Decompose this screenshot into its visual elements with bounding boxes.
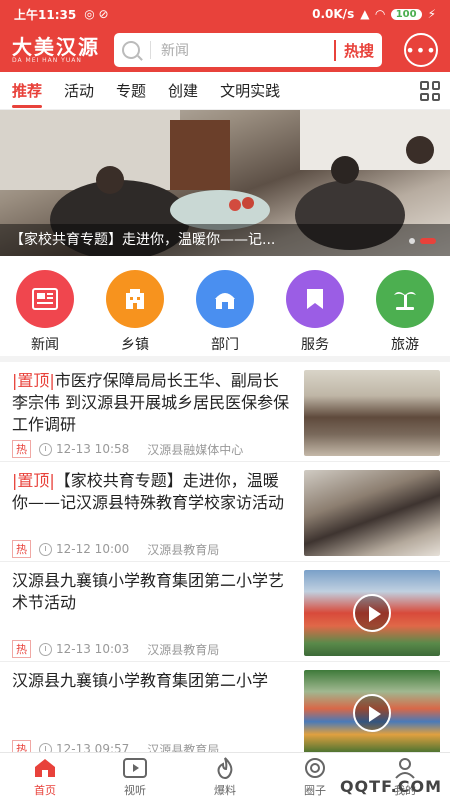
government-icon [196,270,254,328]
charging-icon: ⚡ [427,7,436,21]
search-input[interactable]: 新闻 [161,40,334,60]
network-speed: 0.0K/s [312,7,355,21]
palm-tree-icon [376,270,434,328]
news-time: 12-13 10:58 [56,442,130,456]
carousel-indicator [409,238,436,244]
news-thumbnail [304,470,440,556]
watermark: QQTF.COM [339,777,442,796]
video-icon [100,756,170,780]
category-label: 部门 [211,337,239,353]
wifi-icon: ◠ [375,7,385,21]
nav-label: 爆料 [214,783,236,797]
home-icon [10,756,80,780]
status-bar: 上午11:35 ◎ ⊘ 0.0K/s ▲ ◠ 100 ⚡ [0,0,450,28]
category-label: 乡镇 [121,337,149,353]
newspaper-icon [16,270,74,328]
pinned-label: |置顶| [12,371,55,390]
building-icon [106,270,164,328]
clock-icon [39,542,52,556]
category-row: 新闻 乡镇 部门 服务 旅游 [0,262,450,353]
circle-icon [280,756,350,780]
tab-topics[interactable]: 专题 [116,72,146,110]
category-label: 服务 [301,337,329,353]
logo-main: 大美汉源 [12,34,100,59]
tab-civilization[interactable]: 文明实践 [220,72,280,110]
search-bar[interactable]: 新闻 热搜 [114,33,382,67]
bookmark-icon [286,270,344,328]
news-source: 汉源县教育局 [147,642,220,657]
nav-label: 首页 [34,783,56,797]
video-thumbnail[interactable] [304,670,440,756]
play-icon[interactable] [353,694,391,732]
status-icons: ◎ ⊘ [84,7,109,21]
signal-icon: ▲ [360,7,370,21]
nav-tipoff[interactable]: 爆料 [190,756,260,798]
hot-badge: 热 [12,540,31,558]
hot-search-button[interactable]: 热搜 [333,39,374,61]
banner-carousel[interactable]: 【家校共育专题】走进你，温暖你——记... [0,110,450,256]
clock-icon [39,442,52,456]
news-source: 汉源县教育局 [147,542,220,557]
bottom-nav: 首页 视听 爆料 圈子 我的 QQTF.COM [0,752,450,800]
battery-icon: 100 [390,8,422,20]
play-icon[interactable] [353,594,391,632]
pinned-label: |置顶| [12,471,55,490]
category-service[interactable]: 服务 [275,262,355,353]
search-icon [122,41,140,59]
news-time: 12-12 10:00 [56,542,130,556]
chat-bubble-icon[interactable]: ••• [404,33,438,67]
nav-home[interactable]: 首页 [10,756,80,798]
news-item[interactable]: 汉源县九襄镇小学教育集团第二小学 热 12-13 09:57 汉源县教育局 [0,662,450,762]
app-logo: 大美汉源 DA MEI HAN YUAN [12,37,108,64]
news-item[interactable]: |置顶|市医疗保障局局长王华、副局长李宗伟 到汉源县开展城乡居民医保参保工作调研… [0,362,450,462]
hot-badge: 热 [12,640,31,658]
tab-create[interactable]: 创建 [168,72,198,110]
logo-sub: DA MEI HAN YUAN [12,56,82,64]
tab-activity[interactable]: 活动 [64,72,94,110]
news-item[interactable]: 汉源县九襄镇小学教育集团第二小学艺术节活动 热 12-13 10:03 汉源县教… [0,562,450,662]
category-department[interactable]: 部门 [185,262,265,353]
category-travel[interactable]: 旅游 [365,262,445,353]
news-list: |置顶|市医疗保障局局长王华、副局长李宗伟 到汉源县开展城乡居民医保参保工作调研… [0,362,450,762]
tab-bar: 推荐 活动 专题 创建 文明实践 [0,72,450,110]
news-thumbnail [304,370,440,456]
category-label: 新闻 [31,337,59,353]
news-time: 12-13 10:03 [56,642,130,656]
category-town[interactable]: 乡镇 [95,262,175,353]
status-time: 上午11:35 [14,7,77,22]
tab-recommend[interactable]: 推荐 [12,72,43,110]
nav-label: 圈子 [304,783,326,797]
banner-caption: 【家校共育专题】走进你，温暖你——记... [0,224,450,256]
clock-icon [39,642,52,656]
news-item[interactable]: |置顶|【家校共育专题】走进你，温暖你——记汉源县特殊教育学校家访活动 热 12… [0,462,450,562]
app-header: 大美汉源 DA MEI HAN YUAN 新闻 热搜 ••• [0,28,450,72]
flame-icon [190,756,260,780]
grid-menu-icon[interactable] [420,81,440,101]
user-icon [370,756,440,780]
hot-badge: 热 [12,440,31,458]
category-label: 旅游 [391,337,419,353]
news-title: 汉源县九襄镇小学教育集团第二小学 [12,671,269,690]
nav-video[interactable]: 视听 [100,756,170,798]
category-news[interactable]: 新闻 [5,262,85,353]
nav-label: 视听 [124,783,146,797]
news-source: 汉源县融媒体中心 [147,442,244,457]
video-thumbnail[interactable] [304,570,440,656]
news-title: 汉源县九襄镇小学教育集团第二小学艺术节活动 [12,571,285,612]
